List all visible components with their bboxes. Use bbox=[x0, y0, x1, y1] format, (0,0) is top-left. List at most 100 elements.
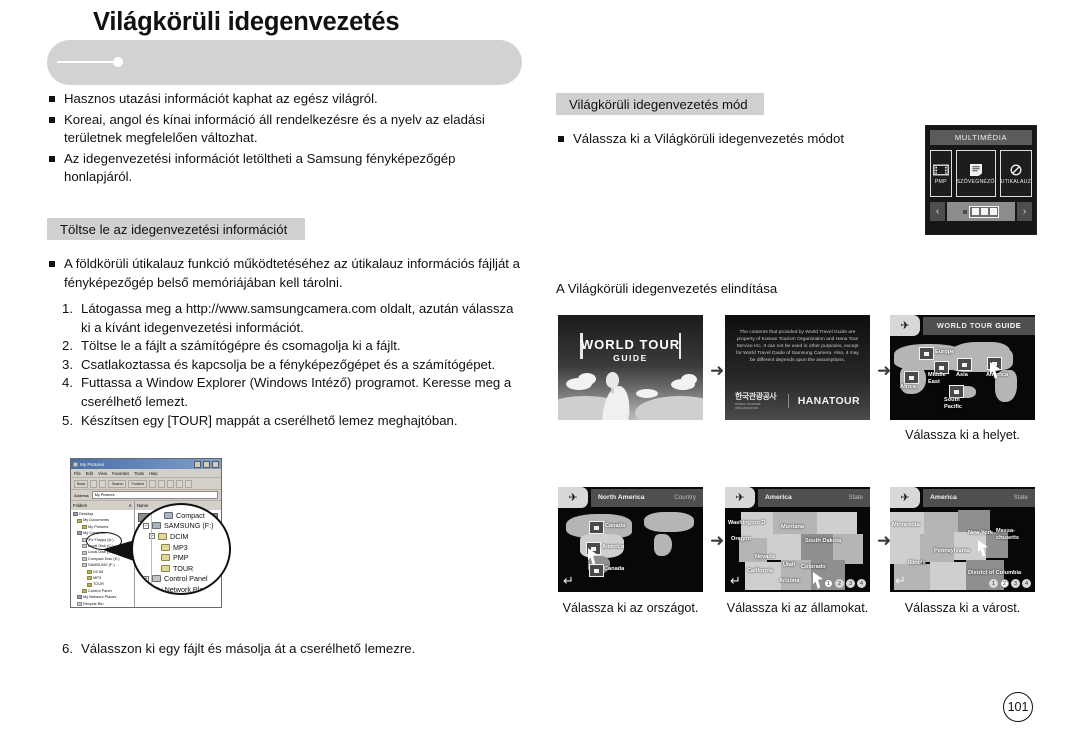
header-region-label: America bbox=[765, 494, 792, 501]
world-map-body: Europe Middle East Asia Africa South Pac… bbox=[890, 336, 1035, 420]
menu-item-pmp[interactable]: PMP bbox=[930, 150, 952, 197]
state-label-washington: Washington D bbox=[728, 520, 766, 526]
pager-page-2[interactable]: 2 bbox=[835, 579, 844, 588]
country-marker-mexico[interactable] bbox=[589, 564, 604, 577]
region-marker-asia[interactable] bbox=[957, 358, 972, 371]
header-level-label: State bbox=[1013, 494, 1028, 501]
delete-button[interactable] bbox=[176, 479, 184, 488]
state-shape bbox=[745, 562, 781, 590]
pager-page-4[interactable]: 4 bbox=[857, 579, 866, 588]
multimedia-menu-title: MULTIMÉDIA bbox=[930, 130, 1032, 145]
search-button[interactable]: Search bbox=[108, 479, 127, 488]
next-arrow-button[interactable]: › bbox=[1017, 202, 1032, 221]
state-select-screen: ✈ America State Washington D Oregon Mont… bbox=[725, 487, 870, 592]
world-screen-caption: Válassza ki a helyet. bbox=[905, 428, 1020, 442]
move-to-button[interactable] bbox=[158, 479, 166, 488]
pager-page-3[interactable]: 3 bbox=[1011, 579, 1020, 588]
callout-item-mp3[interactable]: MP3 bbox=[141, 542, 226, 553]
back-arrow-icon[interactable]: ↵ bbox=[730, 574, 741, 587]
views-button[interactable] bbox=[149, 479, 157, 488]
pager-page-4[interactable]: 4 bbox=[1022, 579, 1031, 588]
close-button[interactable] bbox=[212, 460, 219, 468]
country-marker-canada[interactable] bbox=[589, 521, 604, 534]
explorer-menubar: File Edit View Favorites Tools Help bbox=[71, 469, 221, 478]
city-screen-header: ✈ America State bbox=[890, 487, 1035, 508]
folder-icon bbox=[161, 564, 170, 572]
city-label-district-of-columbia: District of Columbia bbox=[968, 570, 1022, 576]
menu-help[interactable]: Help bbox=[149, 471, 158, 476]
forward-button[interactable] bbox=[90, 479, 98, 488]
menu-favorites[interactable]: Favorites bbox=[112, 471, 129, 476]
copy-to-button[interactable] bbox=[167, 479, 175, 488]
back-button[interactable]: Back bbox=[74, 479, 89, 488]
prev-arrow-button[interactable]: ‹ bbox=[930, 202, 945, 221]
menu-item-tour-guide[interactable]: UTIKALAUZ bbox=[999, 150, 1032, 197]
menu-view[interactable]: View bbox=[98, 471, 107, 476]
up-button[interactable] bbox=[99, 479, 107, 488]
expander-icon[interactable]: + bbox=[143, 575, 149, 582]
plane-icon[interactable]: ✈ bbox=[725, 487, 755, 508]
folder-icon bbox=[158, 532, 167, 540]
minimize-button[interactable] bbox=[194, 460, 201, 468]
expander-icon[interactable]: + bbox=[149, 533, 155, 540]
banner-dot-decoration bbox=[113, 57, 123, 67]
folders-pane-close-icon[interactable]: ✕ bbox=[128, 503, 132, 508]
callout-item-dcim[interactable]: + DCIM bbox=[141, 531, 226, 542]
hill-shape bbox=[635, 396, 703, 420]
state-label-colorado: Colorado bbox=[801, 564, 826, 570]
region-label-middle-east: Middle East bbox=[928, 372, 946, 385]
cloud-shape bbox=[578, 373, 596, 385]
download-step-6: 6. Válasszon ki egy fájlt és másolja át … bbox=[62, 640, 532, 659]
page-header-banner bbox=[47, 40, 522, 85]
menu-item-text-viewer[interactable]: SZÖVEGNÉZŐ bbox=[955, 150, 996, 197]
state-map-body: Washington D Oregon Montana South Dakota… bbox=[725, 508, 870, 592]
callout-item-control-panel[interactable]: + Control Panel bbox=[141, 574, 226, 585]
country-label-3: Canada bbox=[604, 566, 625, 572]
page-number: 101 bbox=[1003, 692, 1033, 722]
back-arrow-icon[interactable]: ↵ bbox=[563, 574, 574, 587]
intro-bullet-1: Hasznos utazási információt kaphat az eg… bbox=[47, 90, 527, 109]
callout-item-samsung[interactable]: − SAMSUNG (F:) bbox=[141, 521, 226, 532]
callout-item-computer[interactable]: Compact bbox=[141, 510, 226, 521]
menu-tools[interactable]: Tools bbox=[134, 471, 144, 476]
folders-button[interactable]: Folders bbox=[128, 479, 148, 488]
explorer-toolbar: Back Search Folders bbox=[71, 478, 221, 490]
pager-page-3[interactable]: 3 bbox=[846, 579, 855, 588]
kto-logo-sub: KOREA TOURISM ORGANIZATION bbox=[735, 402, 761, 410]
maximize-button[interactable] bbox=[203, 460, 210, 468]
intro-bullet-list: Hasznos utazási információt kaphat az eg… bbox=[47, 90, 527, 187]
expander-icon[interactable]: − bbox=[143, 522, 149, 529]
region-marker-africa[interactable] bbox=[904, 371, 919, 384]
address-input[interactable]: My Pictures bbox=[91, 491, 218, 499]
region-marker-europe[interactable] bbox=[919, 347, 934, 360]
document-icon bbox=[969, 163, 982, 176]
menu-edit[interactable]: Edit bbox=[86, 471, 93, 476]
plane-icon[interactable]: ✈ bbox=[890, 315, 920, 336]
pager-page-1[interactable]: 1 bbox=[824, 579, 833, 588]
region-label-south-pacific: South Pacific bbox=[944, 397, 963, 410]
callout-item-pmp[interactable]: PMP bbox=[141, 552, 226, 563]
state-shape bbox=[924, 512, 958, 534]
explorer-window-icon bbox=[73, 461, 78, 467]
flow-arrow-3: ➜ bbox=[710, 531, 725, 550]
menu-file[interactable]: File bbox=[74, 471, 81, 476]
country-screen-caption: Válassza ki az országot. bbox=[562, 601, 699, 615]
city-label-illinois: Illinois bbox=[908, 560, 926, 566]
pager-box bbox=[980, 208, 988, 215]
state-shape bbox=[773, 512, 817, 534]
plane-icon[interactable]: ✈ bbox=[890, 487, 920, 508]
callout-item-tour[interactable]: TOUR bbox=[141, 563, 226, 574]
state-label-oregon: Oregon bbox=[731, 536, 751, 542]
plane-icon[interactable]: ✈ bbox=[558, 487, 588, 508]
pager-page-2[interactable]: 2 bbox=[1000, 579, 1009, 588]
pager-track[interactable] bbox=[947, 202, 1015, 221]
disclaimer-screen: The contents that provided by World Trav… bbox=[725, 315, 870, 420]
step-number: 5. bbox=[62, 412, 73, 428]
explorer-folder-tree: Desktop My Documents My Pictures My Comp… bbox=[71, 510, 134, 607]
undo-button[interactable] bbox=[185, 479, 193, 488]
pager-page-1[interactable]: 1 bbox=[989, 579, 998, 588]
back-arrow-icon[interactable]: ↵ bbox=[895, 574, 906, 587]
callout-label: TOUR bbox=[173, 563, 194, 573]
download-bullet-list: A földkörüli útikalauz funkció működteté… bbox=[47, 255, 527, 292]
explorer-statusbar: object(s) selected 28.6 KB My Computer bbox=[71, 607, 221, 608]
